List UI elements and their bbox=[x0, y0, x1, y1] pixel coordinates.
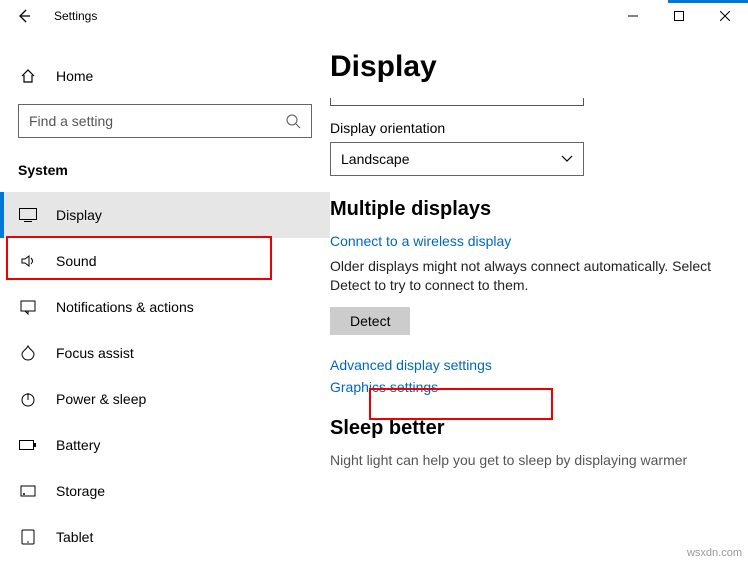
multiple-displays-heading: Multiple displays bbox=[330, 198, 720, 221]
sidebar-item-label: Notifications & actions bbox=[56, 299, 194, 315]
sidebar-item-power[interactable]: Power & sleep bbox=[0, 376, 330, 422]
search-placeholder: Find a setting bbox=[29, 113, 286, 129]
minimize-button[interactable] bbox=[610, 0, 656, 32]
sidebar-home[interactable]: Home bbox=[0, 60, 330, 92]
sidebar-item-notifications[interactable]: Notifications & actions bbox=[0, 284, 330, 330]
sidebar-item-tablet[interactable]: Tablet bbox=[0, 514, 330, 560]
sidebar-item-focus[interactable]: Focus assist bbox=[0, 330, 330, 376]
preview-divider bbox=[330, 98, 584, 106]
sidebar-item-label: Storage bbox=[56, 483, 105, 499]
page-title: Display bbox=[330, 50, 720, 84]
titlebar: Settings bbox=[0, 0, 748, 32]
sidebar-item-label: Display bbox=[56, 207, 102, 223]
sidebar-home-label: Home bbox=[56, 68, 93, 84]
sidebar-item-label: Focus assist bbox=[56, 345, 134, 361]
detect-button[interactable]: Detect bbox=[330, 307, 410, 335]
sidebar-heading: System bbox=[0, 156, 330, 192]
maximize-icon bbox=[674, 11, 684, 21]
highlight-display bbox=[6, 236, 272, 280]
arrow-left-icon bbox=[17, 9, 31, 23]
orientation-label: Display orientation bbox=[330, 120, 720, 136]
sidebar: Home Find a setting System Display Sound bbox=[0, 32, 330, 571]
power-icon bbox=[18, 391, 38, 407]
highlight-advanced bbox=[369, 388, 553, 420]
display-icon bbox=[18, 208, 38, 222]
minimize-icon bbox=[628, 11, 638, 21]
connect-wireless-link[interactable]: Connect to a wireless display bbox=[330, 233, 720, 249]
orientation-dropdown[interactable]: Landscape bbox=[330, 142, 584, 176]
sidebar-item-label: Power & sleep bbox=[56, 391, 146, 407]
sleep-text: Night light can help you get to sleep by… bbox=[330, 452, 720, 468]
detect-hint-text: Older displays might not always connect … bbox=[330, 257, 720, 295]
notifications-icon bbox=[18, 299, 38, 315]
sidebar-item-display[interactable]: Display bbox=[0, 192, 330, 238]
home-icon bbox=[18, 68, 38, 84]
back-button[interactable] bbox=[14, 6, 34, 26]
main-panel: Display Display orientation Landscape Mu… bbox=[330, 32, 748, 571]
sidebar-item-label: Tablet bbox=[56, 529, 93, 545]
battery-icon bbox=[18, 439, 38, 451]
storage-icon bbox=[18, 483, 38, 499]
tablet-icon bbox=[18, 529, 38, 545]
advanced-display-link[interactable]: Advanced display settings bbox=[330, 357, 720, 373]
sidebar-item-storage[interactable]: Storage bbox=[0, 468, 330, 514]
watermark: wsxdn.com bbox=[687, 547, 742, 559]
sidebar-item-battery[interactable]: Battery bbox=[0, 422, 330, 468]
close-button[interactable] bbox=[702, 0, 748, 32]
sleep-better-heading: Sleep better bbox=[330, 417, 720, 440]
maximize-button[interactable] bbox=[656, 0, 702, 32]
search-input[interactable]: Find a setting bbox=[18, 104, 312, 138]
sidebar-item-label: Battery bbox=[56, 437, 100, 453]
focus-icon bbox=[18, 345, 38, 361]
search-icon bbox=[286, 114, 301, 129]
orientation-value: Landscape bbox=[341, 151, 561, 167]
window-title: Settings bbox=[54, 9, 97, 23]
close-icon bbox=[720, 11, 730, 21]
chevron-down-icon bbox=[561, 155, 573, 163]
